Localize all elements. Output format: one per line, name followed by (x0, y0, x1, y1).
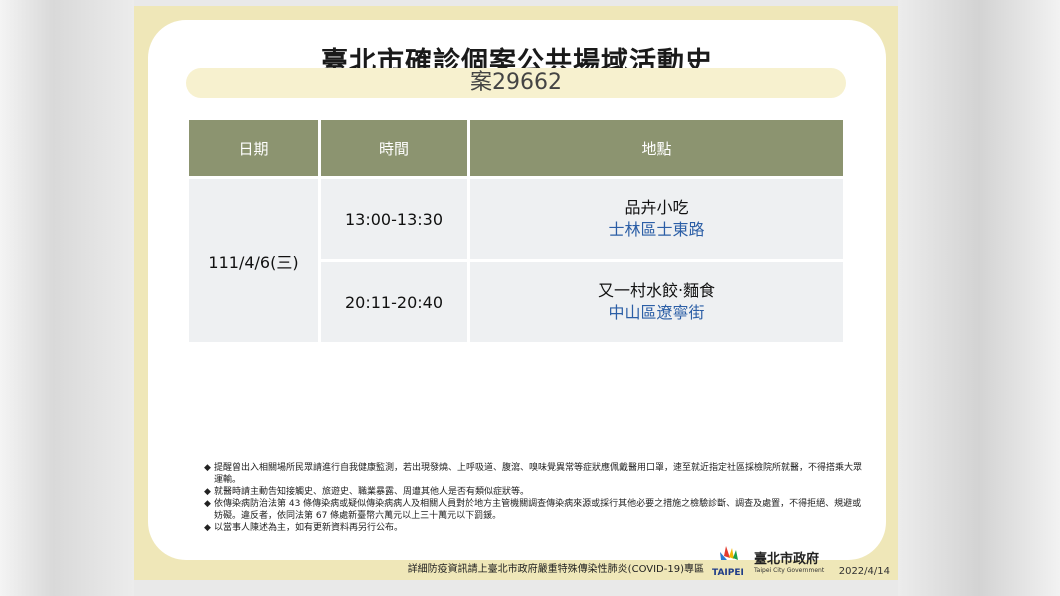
bullet-icon: ◆ (204, 463, 211, 473)
place-district: 中山區遼寧街 (608, 303, 705, 322)
place-name: 品卉小吃 (624, 198, 689, 217)
header-date: 日期 (189, 120, 318, 176)
bullet-icon: ◆ (204, 499, 211, 509)
location-cell: 品卉小吃 士林區士東路 (470, 179, 843, 259)
background-right (898, 0, 1060, 596)
logo-english: Taipei City Government (754, 567, 825, 574)
footer-info: 詳細防疫資訊請上臺北市政府嚴重特殊傳染性肺炎(COVID-19)專區 (407, 564, 704, 575)
activity-table: 日期 時間 地點 111/4/6(三) 13:00-13:30 品卉小吃 士林區… (186, 117, 846, 345)
header-time: 時間 (321, 120, 467, 176)
note-item: ◆ 提醒曾出入相關場所民眾請進行自我健康監測，若出現發燒、上呼吸道、腹瀉、嗅味覺… (204, 463, 863, 485)
case-number: 案29662 (186, 68, 846, 98)
bullet-icon: ◆ (204, 487, 211, 497)
note-item: ◆ 以當事人陳述為主，如有更新資料再另行公布。 (204, 523, 404, 533)
header-location: 地點 (470, 120, 843, 176)
notes-list: ◆ 提醒曾出入相關場所民眾請進行自我健康監測，若出現發燒、上呼吸道、腹瀉、嗅味覺… (204, 462, 864, 534)
svg-text:TAIPEI: TAIPEI (712, 568, 744, 578)
background-left (0, 0, 134, 596)
time-cell: 20:11-20:40 (321, 262, 467, 342)
note-item: ◆ 就醫時請主動告知接觸史、旅遊史、職業暴露、周遭其他人是否有類似症狀等。 (204, 487, 530, 497)
notice-card: 臺北市確診個案公共場域活動史 案29662 日期 時間 地點 111/4/6(三… (148, 20, 886, 578)
location-cell: 又一村水餃‧麵食 中山區遼寧街 (470, 262, 843, 342)
place-name: 又一村水餃‧麵食 (597, 281, 716, 300)
taipei-city-logo: TAIPEI 臺北市政府 Taipei City Government (712, 544, 852, 578)
table-row: 111/4/6(三) 13:00-13:30 品卉小吃 士林區士東路 (189, 179, 843, 342)
note-item: ◆ 依傳染病防治法第 43 條傳染病或疑似傳染病病人及相關人員對於地方主管機關調… (204, 499, 862, 521)
bullet-icon: ◆ (204, 523, 211, 533)
logo-chinese: 臺北市政府 (754, 552, 820, 567)
notice-poster: 臺北市確診個案公共場域活動史 案29662 日期 時間 地點 111/4/6(三… (134, 6, 898, 580)
time-cell: 13:00-13:30 (321, 179, 467, 259)
publish-date: 2022/4/14 (838, 566, 890, 577)
taipei-logo-icon: TAIPEI (712, 544, 752, 578)
place-district: 士林區士東路 (608, 220, 705, 239)
date-cell: 111/4/6(三) (189, 179, 318, 342)
